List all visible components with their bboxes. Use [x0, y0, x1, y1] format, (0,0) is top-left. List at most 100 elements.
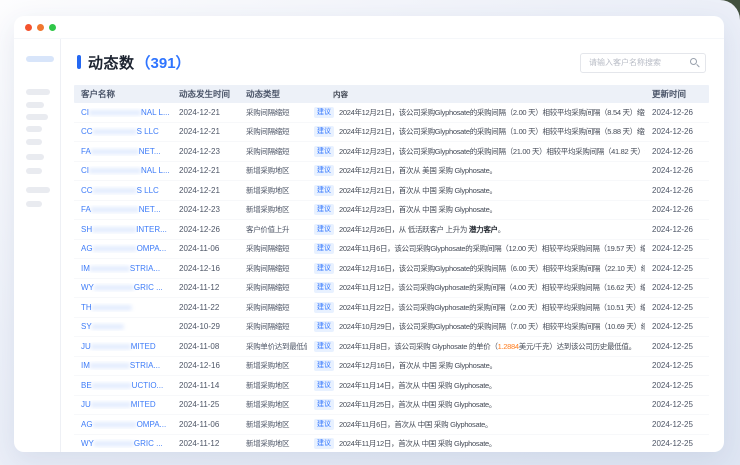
event-time-cell: 2024-12-23: [172, 147, 239, 156]
column-header-content: 内容: [307, 89, 645, 100]
column-header-update-time: 更新时间: [645, 88, 709, 100]
column-header-customer-name: 客户名称: [74, 88, 172, 100]
search-input[interactable]: [580, 53, 706, 73]
redacted-name-segment: xxxxxxxxxxxxx: [89, 108, 141, 117]
customer-name-link[interactable]: THxxxxxxxxxx: [81, 303, 132, 312]
event-time-cell: 2024-12-21: [172, 186, 239, 195]
search-icon[interactable]: [690, 58, 699, 67]
customer-name-link[interactable]: WYxxxxxxxxxxGRIC ...: [81, 439, 163, 448]
redacted-name-segment: xxxxxxxxxx: [92, 303, 132, 312]
customer-name-link[interactable]: CIxxxxxxxxxxxxxNAL L...: [81, 166, 170, 175]
update-time-cell: 2024-12-26: [645, 205, 709, 214]
event-type-cell: 新增采购地区: [239, 438, 307, 449]
table-row: WYxxxxxxxxxxGRIC ...2024-11-12新增采购地区建议20…: [74, 435, 709, 453]
content-cell: 建议2024年12月23日，首次从 中国 采购 Glyphosate。: [307, 204, 645, 215]
content-cell: 建议2024年11月22日，该公司采购Glyphosate的采购间隔（2.00 …: [307, 302, 645, 313]
event-type-cell: 采购间隔缩短: [239, 243, 307, 254]
customer-name-cell: CIxxxxxxxxxxxxxNAL L...: [74, 166, 172, 175]
content-cell: 建议2024年12月26日，从 低活跃客户 上升为 潜力客户。: [307, 224, 645, 235]
customer-name-link[interactable]: CIxxxxxxxxxxxxxNAL L...: [81, 108, 170, 117]
sidebar-item[interactable]: [26, 187, 50, 193]
minimize-button[interactable]: [37, 24, 44, 31]
sidebar-item[interactable]: [26, 114, 48, 120]
customer-name-link[interactable]: SHxxxxxxxxxxxINTER...: [81, 225, 167, 234]
customer-name-link[interactable]: WYxxxxxxxxxxGRIC ...: [81, 283, 163, 292]
table-row: AGxxxxxxxxxxxOMPA... 2024-11-06采购间隔缩短建议20…: [74, 240, 709, 260]
page-title: 动态数: [88, 52, 135, 73]
table-row: FAxxxxxxxxxxxxNET...2024-12-23新增采购地区建议20…: [74, 201, 709, 221]
column-header-event-type: 动态类型: [239, 88, 307, 100]
event-time-cell: 2024-12-21: [172, 108, 239, 117]
customer-name-cell: JUxxxxxxxxxxMITED: [74, 342, 172, 351]
table-body: CIxxxxxxxxxxxxxNAL L...2024-12-21采购间隔缩短建…: [74, 103, 709, 452]
table-row: CCxxxxxxxxxxxS LLC2024-12-21新增采购地区建议2024…: [74, 181, 709, 201]
event-type-cell: 新增采购地区: [239, 380, 307, 391]
customer-name-link[interactable]: SYxxxxxxxx: [81, 322, 124, 331]
event-time-cell: 2024-12-16: [172, 361, 239, 370]
update-time-cell: 2024-12-25: [645, 264, 709, 273]
customer-name-link[interactable]: CCxxxxxxxxxxxS LLC: [81, 127, 159, 136]
customer-name-link[interactable]: AGxxxxxxxxxxxOMPA...: [81, 244, 166, 253]
redacted-name-segment: xxxxxxxxxxx: [93, 127, 137, 136]
table-row: JUxxxxxxxxxxMITED2024-11-08采购单价达到最低值建议20…: [74, 337, 709, 357]
screen: 动态数 （391） 客户名称 动态发生时间 动态类型 内容 更新时间: [0, 0, 740, 465]
close-button[interactable]: [25, 24, 32, 31]
page-title-count: （391）: [136, 52, 191, 73]
event-type-cell: 采购间隔缩短: [239, 282, 307, 293]
redacted-name-segment: xxxxxxxxxx: [91, 342, 131, 351]
customer-name-cell: SHxxxxxxxxxxxINTER...: [74, 225, 172, 234]
event-type-cell: 新增采购地区: [239, 419, 307, 430]
customer-name-link[interactable]: FAxxxxxxxxxxxxNET...: [81, 147, 161, 156]
customer-name-link[interactable]: CCxxxxxxxxxxxS LLC: [81, 186, 159, 195]
customer-name-cell: AGxxxxxxxxxxxOMPA...: [74, 420, 172, 429]
update-time-cell: 2024-12-26: [645, 225, 709, 234]
customer-name-link[interactable]: IMxxxxxxxxxxSTRIA...: [81, 361, 160, 370]
customer-name-link[interactable]: AGxxxxxxxxxxxOMPA...: [81, 420, 166, 429]
sidebar-item-active[interactable]: [26, 56, 54, 62]
sidebar-item[interactable]: [26, 89, 50, 95]
column-header-event-time: 动态发生时间: [172, 88, 239, 100]
table-row: CCxxxxxxxxxxxS LLC2024-12-21采购间隔缩短建议2024…: [74, 123, 709, 143]
event-time-cell: 2024-11-12: [172, 439, 239, 448]
event-type-cell: 采购间隔缩短: [239, 107, 307, 118]
customer-name-link[interactable]: JUxxxxxxxxxxMITED: [81, 400, 156, 409]
app-window: 动态数 （391） 客户名称 动态发生时间 动态类型 内容 更新时间: [14, 16, 724, 452]
sidebar-item[interactable]: [26, 201, 42, 207]
customer-name-link[interactable]: IMxxxxxxxxxxSTRIA...: [81, 264, 160, 273]
event-time-cell: 2024-11-06: [172, 244, 239, 253]
customer-name-cell: CCxxxxxxxxxxxS LLC: [74, 127, 172, 136]
content-cell: 建议2024年11月14日，首次从 中国 采购 Glyphosate。: [307, 380, 645, 391]
sidebar-item[interactable]: [26, 154, 44, 160]
table-row: CIxxxxxxxxxxxxxNAL L...2024-12-21采购间隔缩短建…: [74, 103, 709, 123]
event-time-cell: 2024-12-26: [172, 225, 239, 234]
customer-name-link[interactable]: BExxxxxxxxxxUCTIO...: [81, 381, 163, 390]
highlighted-value: 1.2884: [498, 342, 519, 351]
sidebar-item[interactable]: [26, 168, 42, 174]
table-row: AGxxxxxxxxxxxOMPA...2024-11-06新增采购地区建议20…: [74, 415, 709, 435]
suggestion-badge: 建议: [314, 185, 334, 196]
zoom-button[interactable]: [49, 24, 56, 31]
event-time-cell: 2024-11-12: [172, 283, 239, 292]
sidebar-item[interactable]: [26, 139, 42, 145]
customer-name-cell: CIxxxxxxxxxxxxxNAL L...: [74, 108, 172, 117]
dynamics-table: 客户名称 动态发生时间 动态类型 内容 更新时间 CIxxxxxxxxxxxxx…: [74, 85, 709, 452]
suggestion-badge: 建议: [314, 438, 334, 449]
update-time-cell: 2024-12-25: [645, 420, 709, 429]
redacted-name-segment: xxxxxxxxxx: [94, 439, 134, 448]
content-cell: 建议2024年11月6日，该公司采购Glyphosate的采购间隔（12.00 …: [307, 243, 645, 254]
suggestion-badge: 建议: [314, 341, 334, 352]
suggestion-badge: 建议: [314, 204, 334, 215]
event-type-cell: 新增采购地区: [239, 204, 307, 215]
sidebar-item[interactable]: [26, 126, 42, 132]
customer-name-link[interactable]: JUxxxxxxxxxxMITED: [81, 342, 156, 351]
event-type-cell: 客户价值上升: [239, 224, 307, 235]
customer-name-link[interactable]: FAxxxxxxxxxxxxNET...: [81, 205, 161, 214]
customer-name-cell: THxxxxxxxxxx: [74, 303, 172, 312]
sidebar-item[interactable]: [26, 102, 44, 108]
event-time-cell: 2024-11-08: [172, 342, 239, 351]
customer-name-cell: WYxxxxxxxxxxGRIC ...: [74, 439, 172, 448]
table-header-row: 客户名称 动态发生时间 动态类型 内容 更新时间: [74, 85, 709, 103]
event-time-cell: 2024-11-22: [172, 303, 239, 312]
content-cell: 建议2024年11月8日，该公司采购 Glyphosate 的单价（1.2884…: [307, 341, 645, 352]
update-time-cell: 2024-12-25: [645, 244, 709, 253]
